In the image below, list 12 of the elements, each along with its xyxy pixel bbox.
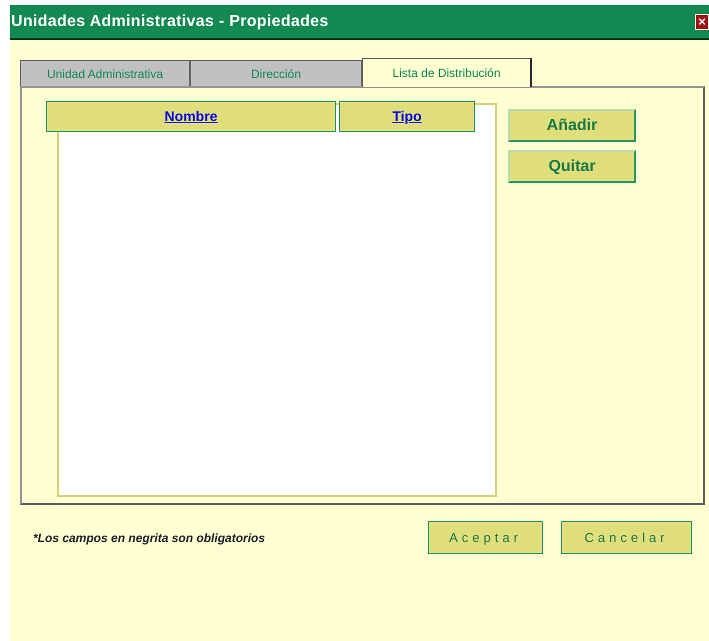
column-header[interactable]: Tipo [339,101,475,132]
required-fields-note: *Los campos en negrita son obligatorios [33,530,266,546]
tab[interactable]: Dirección [190,60,362,86]
tab[interactable]: Unidad Administrativa [20,60,190,86]
list-action-button[interactable]: Añadir [508,109,636,142]
tab[interactable]: Lista de Distribución [362,58,532,87]
close-button[interactable]: × [695,14,709,30]
list-action-button[interactable]: Quitar [508,150,636,183]
column-header[interactable]: Nombre [46,101,336,132]
window-title: Unidades Administrativas - Propiedades [10,12,329,32]
dialog-button[interactable]: Aceptar [428,521,543,554]
dialog-button[interactable]: Cancelar [561,521,692,554]
